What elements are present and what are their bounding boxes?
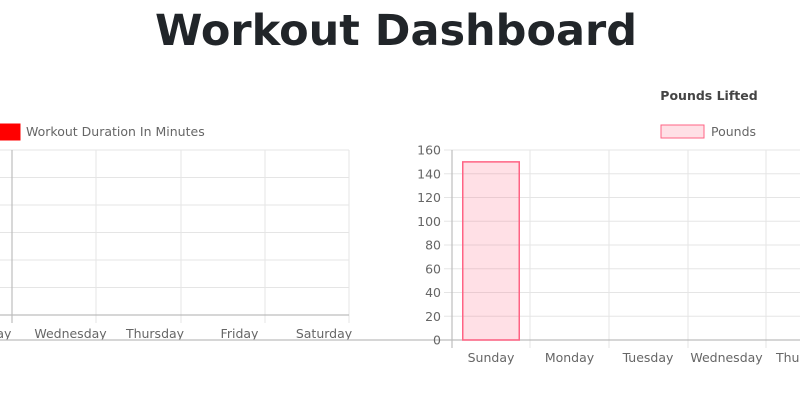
gridlines — [0, 149, 800, 348]
legend-swatch — [660, 124, 705, 139]
legend-label: Pounds — [711, 124, 756, 139]
y-tick-label: 100 — [417, 214, 441, 229]
chart-1: Workout Duration In Minutes Tuesday Wednes… — [0, 123, 353, 341]
gridlines — [0, 149, 350, 323]
y-tick-label: 120 — [417, 190, 441, 205]
x-tick-label: Friday — [221, 326, 259, 341]
x-tick-label: Wednesday — [34, 326, 107, 341]
y-tick-label: 60 — [425, 261, 441, 276]
legend-swatch — [0, 123, 21, 141]
x-tick-label: Thursday — [775, 350, 800, 365]
bar-sunday[interactable] — [462, 161, 520, 341]
y-tick-label: 40 — [425, 285, 441, 300]
y-tick-label: 160 — [417, 143, 441, 158]
x-tick-label: Saturday — [296, 326, 353, 341]
y-tick-label: 0 — [433, 333, 441, 348]
x-tick-label: Sunday — [468, 350, 515, 365]
chart-title: Pounds Lifted — [660, 88, 757, 103]
y-tick-label: 140 — [417, 166, 441, 181]
x-tick-label: Tuesday — [622, 350, 674, 365]
y-tick-label: 80 — [425, 238, 441, 253]
legend[interactable]: Pounds — [660, 124, 756, 139]
x-tick-label: Wednesday — [690, 350, 763, 365]
dashboard-page: Workout Dashboard Workout Duration In Mi… — [0, 0, 800, 400]
x-tick-label: Thursday — [125, 326, 185, 341]
x-tick-label: Monday — [545, 350, 595, 365]
charts-canvas: Workout Duration In Minutes Tuesday Wednes… — [0, 88, 800, 365]
y-tick-label: 20 — [425, 309, 441, 324]
legend-label: Workout Duration In Minutes — [26, 124, 205, 139]
legend[interactable]: Workout Duration In Minutes — [0, 123, 205, 141]
x-tick-label: Tuesday — [0, 326, 12, 341]
